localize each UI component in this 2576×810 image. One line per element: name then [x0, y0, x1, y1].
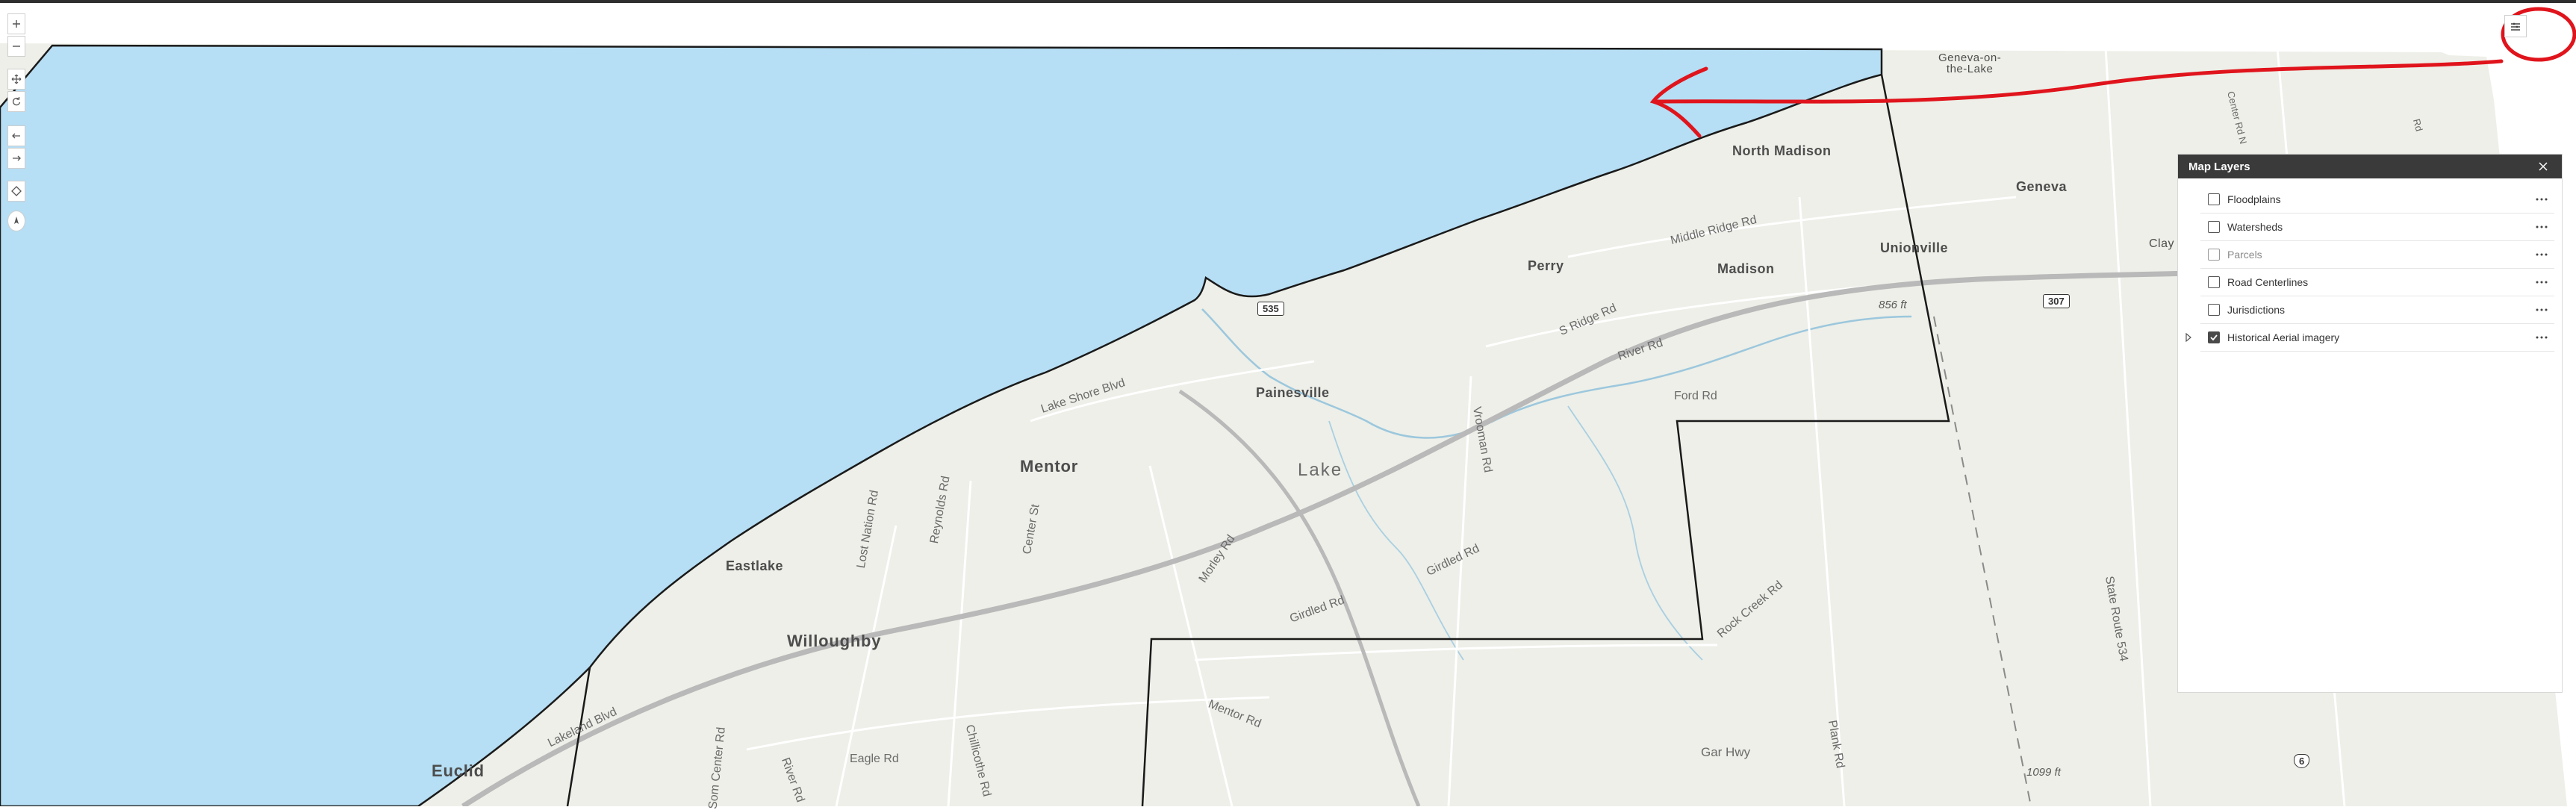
- layer-options-button[interactable]: [2532, 275, 2551, 290]
- town-label-geneva: Geneva: [2016, 179, 2068, 194]
- diamond-icon: [11, 186, 22, 196]
- rotate-icon: [12, 97, 21, 106]
- panel-title: Map Layers: [2188, 160, 2250, 173]
- layer-checkbox-historical-aerial-imagery[interactable]: [2208, 331, 2220, 343]
- close-icon: [2539, 162, 2548, 171]
- road-label-gar-hwy: Gar Hwy: [1701, 745, 1751, 759]
- layer-row-floodplains[interactable]: Floodplains: [2200, 186, 2554, 214]
- previous-extent-button[interactable]: [7, 125, 25, 146]
- layer-checkbox-watersheds[interactable]: [2208, 221, 2220, 233]
- compass-icon: [14, 216, 19, 224]
- elevation-label-856: 856 ft: [1879, 299, 1907, 311]
- layer-label: Jurisdictions: [2227, 304, 2286, 316]
- layers-toggle-button[interactable]: [2504, 15, 2527, 37]
- town-label-euclid: Euclid: [432, 761, 485, 780]
- zoom-out-button[interactable]: [7, 36, 25, 57]
- panel-header: Map Layers: [2178, 155, 2562, 178]
- layer-options-button[interactable]: [2532, 302, 2551, 317]
- town-label-perry: Perry: [1528, 258, 1564, 273]
- panel-spacer: [2178, 178, 2562, 186]
- more-horizontal-icon: [2536, 225, 2548, 228]
- layers-icon: [2511, 22, 2520, 31]
- layer-label: Watersheds: [2227, 221, 2283, 233]
- minus-icon: [13, 46, 20, 47]
- checkmark-icon: [2210, 334, 2218, 341]
- rotate-button[interactable]: [7, 91, 25, 112]
- move-icon: [11, 74, 22, 84]
- pan-button[interactable]: [7, 69, 25, 90]
- more-horizontal-icon: [2536, 281, 2548, 284]
- layer-checkbox-floodplains[interactable]: [2208, 193, 2220, 205]
- map-layers-panel: Map Layers Floodplains Watersheds Parcel…: [2177, 154, 2563, 693]
- layer-options-button[interactable]: [2532, 247, 2551, 262]
- layer-options-button[interactable]: [2532, 330, 2551, 345]
- elevation-label-1099: 1099 ft: [2026, 766, 2061, 779]
- more-horizontal-icon: [2536, 253, 2548, 256]
- layer-options-button[interactable]: [2532, 192, 2551, 207]
- town-label-eastlake: Eastlake: [726, 558, 784, 573]
- town-label-north-madison: North Madison: [1732, 143, 1832, 158]
- route-shield-535: 535: [1257, 302, 1284, 316]
- layer-options-button[interactable]: [2532, 219, 2551, 234]
- home-extent-button[interactable]: [7, 181, 25, 202]
- town-label-unionville: Unionville: [1880, 240, 1949, 255]
- arrow-right-icon: [13, 155, 21, 161]
- compass-button[interactable]: [7, 211, 25, 231]
- route-shield-307: 307: [2043, 294, 2070, 308]
- arrow-left-icon: [12, 133, 20, 139]
- layer-row-road-centerlines[interactable]: Road Centerlines: [2200, 269, 2554, 296]
- layer-row-watersheds[interactable]: Watersheds: [2200, 214, 2554, 241]
- town-label-mentor: Mentor: [1020, 457, 1079, 476]
- zoom-in-button[interactable]: [7, 13, 25, 34]
- layer-label: Floodplains: [2227, 193, 2281, 205]
- close-panel-button[interactable]: [2535, 158, 2551, 175]
- layer-row-jurisdictions[interactable]: Jurisdictions: [2200, 296, 2554, 324]
- next-extent-button[interactable]: [7, 148, 25, 169]
- road-label-ford: Ford Rd: [1674, 390, 1717, 402]
- county-label-lake: Lake: [1298, 460, 1343, 480]
- layer-label: Historical Aerial imagery: [2227, 331, 2340, 343]
- more-horizontal-icon: [2536, 336, 2548, 339]
- layer-row-parcels[interactable]: Parcels: [2200, 241, 2554, 269]
- plus-icon: [13, 20, 20, 28]
- layer-label: Road Centerlines: [2227, 276, 2309, 288]
- town-label-clay: Clay: [2149, 237, 2175, 250]
- layer-label: Parcels: [2227, 249, 2262, 261]
- more-horizontal-icon: [2536, 308, 2548, 311]
- road-label-eagle: Eagle Rd: [850, 753, 899, 765]
- layer-checkbox-jurisdictions[interactable]: [2208, 304, 2220, 316]
- town-label-painesville: Painesville: [1256, 385, 1330, 400]
- more-horizontal-icon: [2536, 198, 2548, 201]
- town-label-madison: Madison: [1717, 261, 1775, 276]
- town-label-willoughby: Willoughby: [787, 632, 882, 650]
- layer-row-historical-aerial-imagery[interactable]: Historical Aerial imagery: [2185, 324, 2554, 352]
- town-label-geneva-on-the-lake: Geneva-on- the-Lake: [1938, 52, 2002, 75]
- layer-checkbox-road-centerlines[interactable]: [2208, 276, 2220, 288]
- expand-caret-icon[interactable]: [2184, 332, 2193, 343]
- layer-checkbox-parcels[interactable]: [2208, 249, 2220, 261]
